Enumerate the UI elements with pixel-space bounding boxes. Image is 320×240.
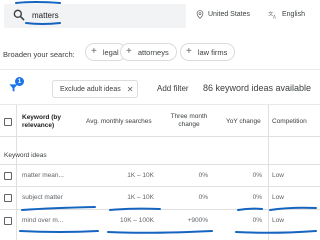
- plus-icon: +: [126, 46, 132, 57]
- broaden-chip-law-firms[interactable]: + law firms: [180, 43, 236, 61]
- row-checkbox[interactable]: [4, 172, 12, 180]
- row-divider: [0, 164, 320, 165]
- select-all-checkbox[interactable]: [4, 118, 12, 126]
- column-header-competition[interactable]: Competition: [272, 118, 307, 126]
- yoy-cell: 0%: [252, 172, 262, 179]
- column-header-keyword[interactable]: Keyword (by relevance): [22, 114, 72, 130]
- location-label: United States: [208, 11, 251, 18]
- close-icon[interactable]: ✕: [127, 85, 134, 94]
- annotation-underlines-rows: [19, 206, 317, 234]
- column-header-avg-searches[interactable]: Avg. monthly searches: [86, 118, 152, 126]
- plus-icon: +: [91, 46, 97, 57]
- group-label-keyword-ideas: Keyword ideas: [4, 152, 47, 159]
- language-label: English: [282, 11, 305, 18]
- row-divider: [0, 186, 320, 187]
- annotation-underline-query: [25, 22, 61, 25]
- column-header-three-month[interactable]: Three month change: [166, 113, 212, 129]
- column-header-yoy[interactable]: YoY change: [226, 118, 261, 126]
- competition-cell: Low: [272, 172, 284, 179]
- add-filter-button[interactable]: Add filter: [157, 84, 189, 93]
- divider: [0, 69, 320, 70]
- avg-searches-cell: 1K – 10K: [127, 172, 154, 179]
- chip-label: law firms: [197, 47, 228, 57]
- keyword-cell[interactable]: matter mean...: [22, 172, 64, 179]
- broaden-chip-attorneys[interactable]: + attorneys: [120, 43, 177, 61]
- search-query[interactable]: matters: [32, 11, 59, 20]
- chip-label: attorneys: [137, 47, 169, 57]
- translate-icon: 文 A: [268, 10, 276, 19]
- broaden-label: Broaden your search:: [3, 50, 75, 59]
- language-selector[interactable]: 文 A English: [268, 10, 305, 19]
- three-month-cell: 0%: [198, 172, 208, 179]
- location-pin-icon: [196, 10, 204, 19]
- filter-count-badge: 1: [15, 77, 24, 86]
- chip-label: legal: [102, 47, 119, 57]
- divider: [0, 104, 320, 105]
- location-selector[interactable]: United States: [196, 10, 250, 19]
- filter-chip-label: Exclude adult ideas: [60, 85, 121, 93]
- plus-icon: +: [186, 46, 192, 57]
- row-divider: [0, 136, 320, 137]
- filter-chip-exclude-adult[interactable]: Exclude adult ideas ✕: [52, 80, 139, 98]
- annotation-underline-top: [15, 1, 61, 4]
- ideas-available-count: 86 keyword ideas available: [203, 83, 312, 93]
- svg-text:A: A: [273, 14, 276, 19]
